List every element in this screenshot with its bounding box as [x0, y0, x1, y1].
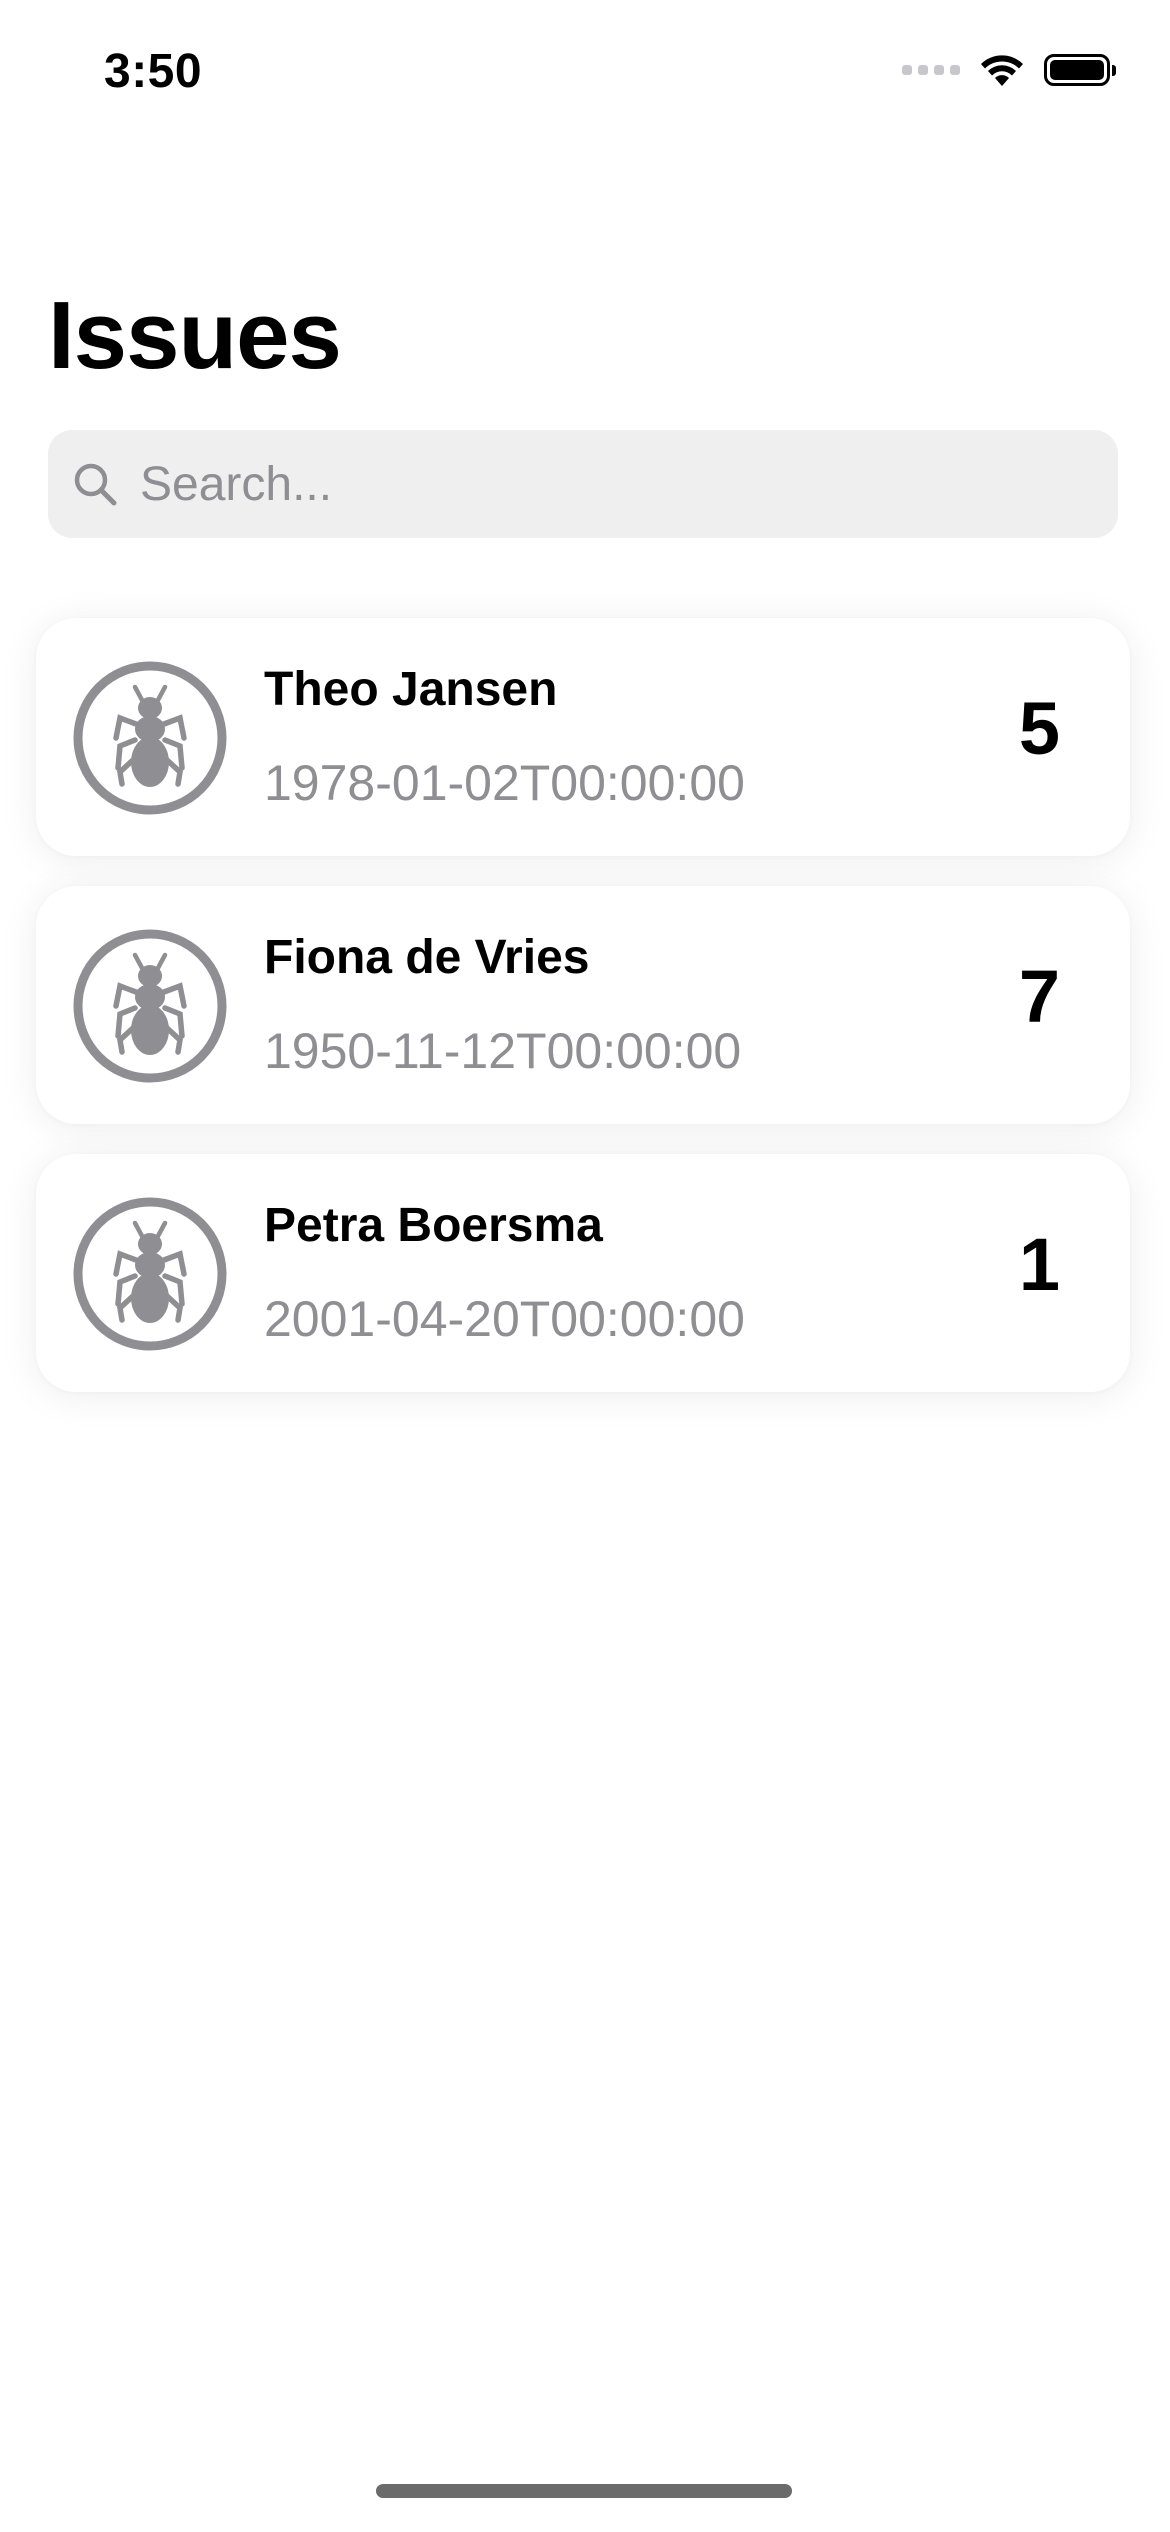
issue-row[interactable]: Petra Boersma 2001-04-20T00:00:00 1 — [36, 1154, 1130, 1392]
issue-row[interactable]: Theo Jansen 1978-01-02T00:00:00 5 — [36, 618, 1130, 856]
issue-date: 2001-04-20T00:00:00 — [264, 1291, 745, 1347]
wifi-icon — [981, 55, 1023, 86]
cellular-signal-icon — [902, 65, 960, 75]
issue-date: 1950-11-12T00:00:00 — [264, 1023, 742, 1079]
issue-name: Petra Boersma — [264, 1199, 603, 1252]
issue-row[interactable]: Fiona de Vries 1950-11-12T00:00:00 7 — [36, 886, 1130, 1124]
issue-count: 5 — [1018, 687, 1060, 770]
status-icons — [902, 52, 1116, 88]
status-bar: 3:50 — [0, 0, 1170, 140]
page-title: Issues — [48, 282, 342, 389]
issue-name: Fiona de Vries — [264, 931, 590, 984]
search-bar[interactable] — [48, 430, 1118, 538]
issue-count: 1 — [1018, 1223, 1060, 1306]
status-time: 3:50 — [104, 45, 203, 98]
ant-icon — [73, 1197, 227, 1351]
battery-icon — [1044, 54, 1116, 86]
search-input[interactable] — [138, 455, 1042, 513]
ant-icon — [73, 929, 227, 1083]
issue-count: 7 — [1018, 955, 1060, 1038]
search-icon — [74, 463, 117, 506]
issue-name: Theo Jansen — [264, 663, 558, 716]
issue-date: 1978-01-02T00:00:00 — [264, 755, 745, 811]
home-indicator[interactable] — [376, 2484, 792, 2498]
ant-icon — [73, 661, 227, 815]
issue-list: Theo Jansen 1978-01-02T00:00:00 5 Fiona … — [36, 618, 1130, 1422]
